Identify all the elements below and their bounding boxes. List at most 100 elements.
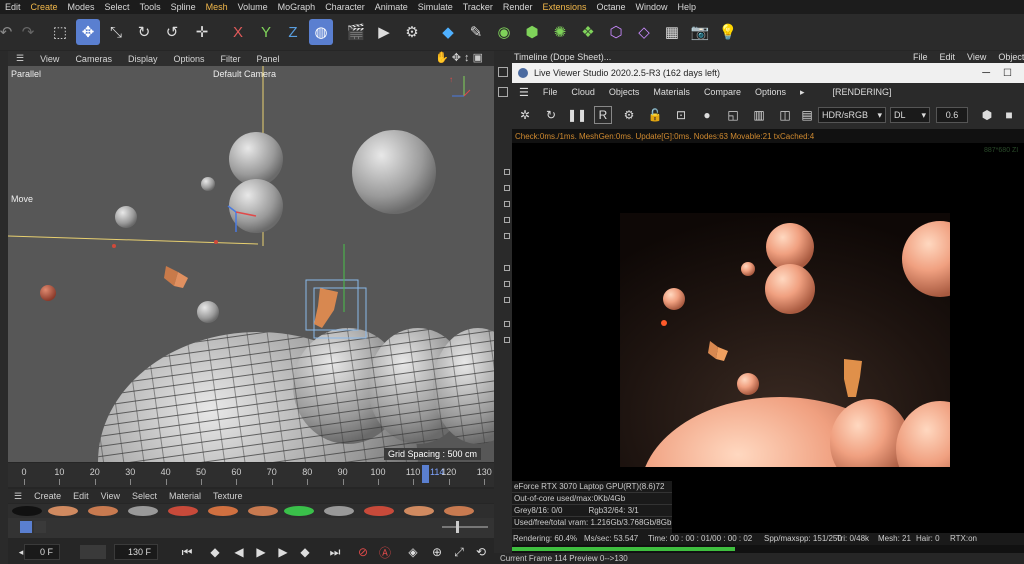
focus-picker-icon[interactable]: ⊡ bbox=[672, 106, 690, 124]
record-icon[interactable]: ⊘ bbox=[354, 543, 372, 561]
playhead[interactable] bbox=[422, 465, 429, 483]
square-icon[interactable]: ■ bbox=[1000, 106, 1018, 124]
next-frame-icon[interactable]: ▶ bbox=[274, 543, 292, 561]
keyframe-selection-icon[interactable]: ◈ bbox=[404, 543, 422, 561]
colorspace-select[interactable]: HDR/sRGB ▾ bbox=[818, 107, 886, 123]
menu-spline[interactable]: Spline bbox=[166, 2, 201, 12]
viewport-menu-display[interactable]: Display bbox=[120, 54, 166, 64]
menu-tools[interactable]: Tools bbox=[135, 2, 166, 12]
spline-pen-icon[interactable]: ✎ bbox=[464, 19, 488, 45]
axis-z-button[interactable]: Z bbox=[281, 19, 305, 45]
material-menu-select[interactable]: Select bbox=[126, 491, 163, 501]
maximize-icon[interactable]: ☐ bbox=[1003, 68, 1012, 79]
render-settings-icon[interactable]: ⚙ bbox=[400, 19, 424, 45]
render-output[interactable] bbox=[620, 213, 950, 467]
material-menu-view[interactable]: View bbox=[95, 491, 126, 501]
clay-icon[interactable]: ▥ bbox=[750, 106, 768, 124]
viewport-menu-panel[interactable]: Panel bbox=[249, 54, 288, 64]
menu-render[interactable]: Render bbox=[498, 2, 538, 12]
menu-mesh[interactable]: Mesh bbox=[201, 2, 233, 12]
generator-icon[interactable]: ⬢ bbox=[520, 19, 544, 45]
field-icon[interactable]: ❖ bbox=[576, 19, 600, 45]
goto-end-icon[interactable]: ⏭ bbox=[326, 543, 344, 561]
world-coords-icon[interactable]: ◍ bbox=[309, 19, 333, 45]
hamburger-icon[interactable]: ☰ bbox=[512, 86, 536, 99]
play-icon[interactable]: ▶ bbox=[252, 543, 270, 561]
zoom-slider-handle[interactable] bbox=[456, 521, 459, 533]
menu-octane[interactable]: Octane bbox=[591, 2, 630, 12]
scale-tool-icon[interactable]: ⤡ bbox=[104, 19, 128, 45]
scale-key-icon[interactable]: ⤢ bbox=[450, 543, 468, 561]
deformer-icon[interactable]: ⬡ bbox=[604, 19, 628, 45]
viewport-menu-filter[interactable]: Filter bbox=[213, 54, 249, 64]
list-view-icon[interactable] bbox=[20, 521, 32, 533]
minimize-icon[interactable]: ─ bbox=[982, 67, 990, 79]
menu-volume[interactable]: Volume bbox=[233, 2, 273, 12]
menu-modes[interactable]: Modes bbox=[63, 2, 100, 12]
viewport-hamburger-icon[interactable]: ☰ bbox=[8, 53, 32, 64]
viewport-nav-icon[interactable]: ✋ ✥ ↕ ▣ bbox=[435, 51, 483, 64]
object-manager-menu-edit[interactable]: Edit bbox=[934, 52, 962, 62]
menu-edit[interactable]: Edit bbox=[0, 2, 26, 12]
settings-icon[interactable]: ⚙ bbox=[620, 106, 638, 124]
subdivision-icon[interactable]: ◉ bbox=[492, 19, 516, 45]
object-manager-menu-file[interactable]: File bbox=[907, 52, 934, 62]
light-icon[interactable]: 💡 bbox=[716, 19, 740, 45]
menu-character[interactable]: Character bbox=[320, 2, 370, 12]
region-icon[interactable]: R bbox=[594, 106, 612, 124]
mograph-cloner-icon[interactable]: ✺ bbox=[548, 19, 572, 45]
last-tool-icon[interactable]: ↺ bbox=[160, 19, 184, 45]
material-menu-texture[interactable]: Texture bbox=[207, 491, 249, 501]
autokey-icon[interactable]: Ⓐ bbox=[376, 543, 394, 561]
camera-icon[interactable]: 📷 bbox=[688, 19, 712, 45]
hexagon-icon[interactable]: ⬢ bbox=[978, 106, 996, 124]
goto-start-icon[interactable]: ⏮ bbox=[178, 543, 196, 561]
lv-menu-materials[interactable]: Materials bbox=[646, 87, 697, 97]
menu-window[interactable]: Window bbox=[631, 2, 673, 12]
send-scene-icon[interactable]: ✲ bbox=[516, 106, 534, 124]
zoom-slider[interactable] bbox=[442, 526, 488, 528]
lv-menu-options[interactable]: Options bbox=[748, 87, 793, 97]
pause-icon[interactable]: ❚❚ bbox=[567, 106, 587, 124]
end-frame-field[interactable]: 130 F bbox=[114, 544, 158, 560]
material-hamburger-icon[interactable]: ☰ bbox=[8, 491, 28, 502]
lv-menu-objects[interactable]: Objects bbox=[602, 87, 647, 97]
menu-tracker[interactable]: Tracker bbox=[458, 2, 498, 12]
record-dot-icon[interactable]: ● bbox=[698, 106, 716, 124]
material-menu-edit[interactable]: Edit bbox=[67, 491, 95, 501]
menu-create[interactable]: Create bbox=[26, 2, 63, 12]
menu-animate[interactable]: Animate bbox=[370, 2, 413, 12]
start-frame-field[interactable]: 0 F bbox=[24, 544, 60, 560]
camera-label[interactable]: Default Camera bbox=[213, 69, 276, 79]
rotation-key-icon[interactable]: ⟲ bbox=[472, 543, 490, 561]
3d-viewport[interactable]: ↑ Parallel Default Camera Move Grid Spac… bbox=[8, 66, 494, 462]
rotate-tool-icon[interactable]: ↻ bbox=[132, 19, 156, 45]
menu-mograph[interactable]: MoGraph bbox=[273, 2, 321, 12]
floor-grid-icon[interactable]: ▦ bbox=[660, 19, 684, 45]
axis-x-button[interactable]: X bbox=[226, 19, 250, 45]
lv-menu-cloud[interactable]: Cloud bbox=[564, 87, 602, 97]
live-selection-icon[interactable]: ⬚ bbox=[48, 19, 72, 45]
kernel-select[interactable]: DL ▾ bbox=[890, 107, 930, 123]
timeline-ruler[interactable]: 114 0 10 20 30 40 50 60 70 80 90 100 110 120 130 bbox=[8, 463, 494, 487]
viewport-menu-cameras[interactable]: Cameras bbox=[67, 54, 120, 64]
position-key-icon[interactable]: ⊕ bbox=[428, 543, 446, 561]
exposure-field[interactable]: 0.6 bbox=[936, 107, 968, 123]
menu-extensions[interactable]: Extensions bbox=[537, 2, 591, 12]
lv-menu-file[interactable]: File bbox=[536, 87, 565, 97]
axis-y-button[interactable]: Y bbox=[254, 19, 278, 45]
menu-select[interactable]: Select bbox=[100, 2, 135, 12]
material-menu-material[interactable]: Material bbox=[163, 491, 207, 501]
menu-help[interactable]: Help bbox=[673, 2, 702, 12]
material-menu-create[interactable]: Create bbox=[28, 491, 67, 501]
viewport-menu-options[interactable]: Options bbox=[165, 54, 212, 64]
move-tool-icon[interactable]: ✥ bbox=[76, 19, 100, 45]
menu-more-icon[interactable]: ▸ bbox=[793, 87, 812, 98]
object-manager-menu-object[interactable]: Object bbox=[992, 52, 1024, 62]
grid-view-icon[interactable] bbox=[34, 521, 46, 533]
timeline-title[interactable]: Timeline (Dope Sheet)... bbox=[514, 52, 611, 62]
next-key-icon[interactable]: ◆ bbox=[296, 543, 314, 561]
redo-icon[interactable]: ↷ bbox=[16, 19, 40, 45]
viewport-menu-view[interactable]: View bbox=[32, 54, 67, 64]
restart-render-icon[interactable]: ↻ bbox=[542, 106, 560, 124]
